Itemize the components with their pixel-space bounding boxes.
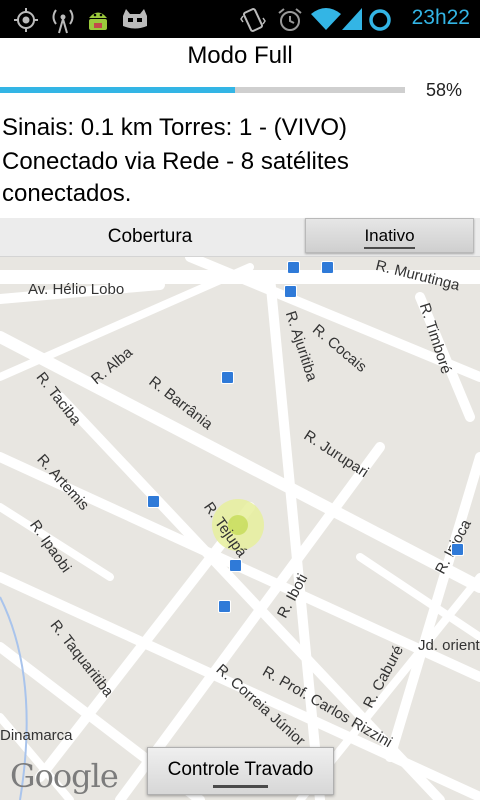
signals-info: Sinais: 0.1 km Torres: 1 - (VIVO) [2,114,347,141]
controle-travado-button[interactable]: Controle Travado [147,747,334,795]
wifi-icon [311,8,341,30]
android-debug-icon [89,12,107,30]
street-label: Av. Hélio Lobo [28,281,125,298]
status-bar: 23h22 [0,0,480,38]
alarm-icon [278,8,302,31]
progress-fill [0,87,235,93]
bus-stop-icon[interactable] [229,559,242,572]
map-view[interactable]: Av. Hélio Lobo R. Murutinga R. Alba R. A… [0,257,480,800]
bus-stop-icon[interactable] [221,371,234,384]
map-streets [0,257,480,800]
controle-travado-label: Controle Travado [167,759,314,780]
bus-stop-icon[interactable] [284,285,297,298]
tab-cobertura[interactable]: Cobertura [0,218,300,256]
tab-inativo-label: Inativo [364,226,415,245]
gps-icon [14,8,38,32]
battery-ring-icon [369,9,391,31]
tab-inativo[interactable]: Inativo [305,218,474,253]
signal-icon [342,8,362,30]
cyanogen-icon [123,9,147,29]
progress-bar [0,87,405,93]
connection-info: Conectado via Rede - 8 satélites conecta… [2,148,349,207]
progress-percentage: 58% [425,80,462,100]
bus-stop-icon[interactable] [287,261,300,274]
page-title: Modo Full [187,42,293,69]
radio-icon [52,9,74,34]
button-underline [213,785,268,788]
street-label: Jd. orient [418,637,480,654]
street-label: Dinamarca [0,727,73,744]
clock: 23h22 [411,6,470,29]
vibrate-icon [240,8,266,32]
bus-stop-icon[interactable] [218,600,231,613]
bus-stop-icon[interactable] [321,261,334,274]
bus-stop-icon[interactable] [451,543,464,556]
app-screen: Modo Full 58% Sinais: 0.1 km Torres: 1 -… [0,38,480,800]
tab-bar: Cobertura Inativo [0,218,480,257]
tab-underline [364,247,415,249]
bus-stop-icon[interactable] [147,495,160,508]
google-logo: Google [10,757,119,795]
